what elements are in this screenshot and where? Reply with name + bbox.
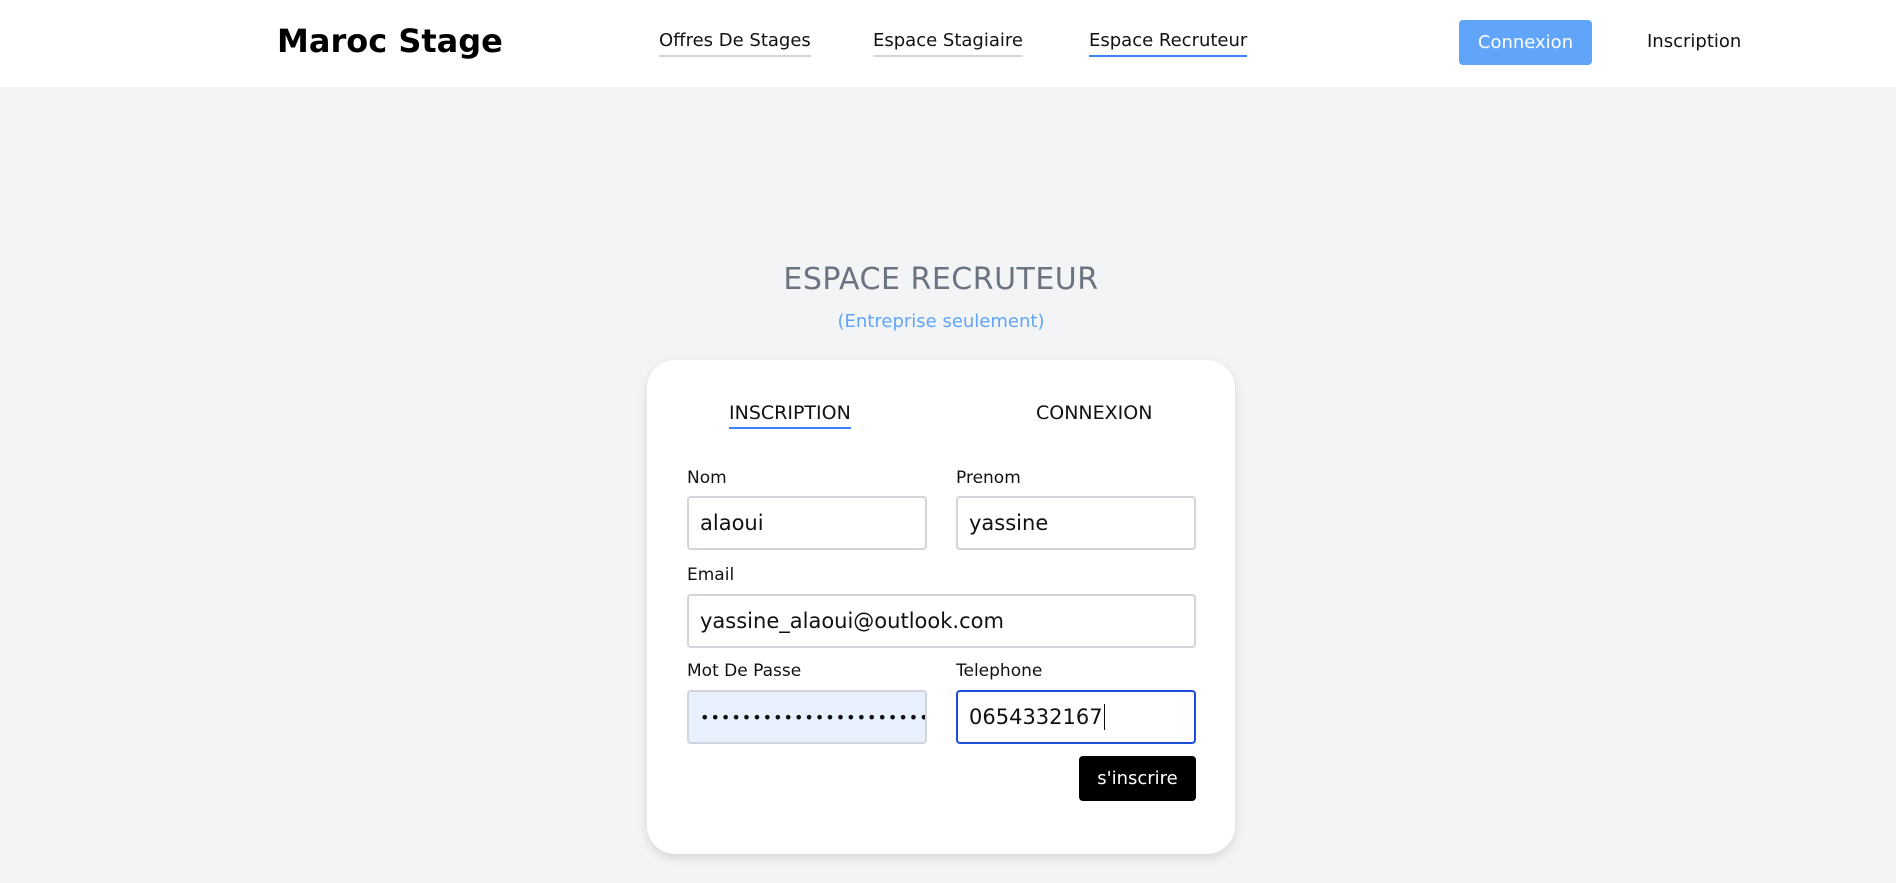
tab-connexion[interactable]: CONNEXION: [1036, 402, 1152, 427]
text-caret: [1103, 704, 1105, 730]
top-navbar: Maroc Stage Offres De Stages Espace Stag…: [0, 0, 1896, 87]
prenom-input[interactable]: yassine: [956, 496, 1196, 550]
sinscrire-button[interactable]: s'inscrire: [1079, 756, 1196, 801]
prenom-label: Prenom: [956, 468, 1021, 488]
prenom-value: yassine: [969, 511, 1049, 535]
connexion-button[interactable]: Connexion: [1459, 20, 1592, 65]
inscription-link[interactable]: Inscription: [1647, 31, 1741, 52]
nom-label: Nom: [687, 468, 727, 488]
password-input[interactable]: ••••••••••••••••••••••••: [687, 690, 927, 744]
password-value: ••••••••••••••••••••••••: [700, 707, 927, 727]
password-label: Mot De Passe: [687, 661, 802, 681]
nav-link-stagiaire[interactable]: Espace Stagiaire: [873, 30, 1023, 57]
page-title: ESPACE RECRUTEUR: [783, 262, 1099, 297]
email-input[interactable]: yassine_alaoui@outlook.com: [687, 594, 1196, 648]
nav-link-recruteur[interactable]: Espace Recruteur: [1089, 30, 1248, 57]
signup-card: INSCRIPTION CONNEXION Nom alaoui Prenom …: [647, 360, 1235, 854]
nom-input[interactable]: alaoui: [687, 496, 927, 550]
page-subtitle: (Entreprise seulement): [837, 311, 1045, 332]
tab-inscription[interactable]: INSCRIPTION: [729, 402, 851, 429]
telephone-label: Telephone: [956, 661, 1043, 681]
telephone-input[interactable]: 0654332167: [956, 690, 1196, 744]
nav-link-offres[interactable]: Offres De Stages: [659, 30, 811, 57]
telephone-value: 0654332167: [969, 705, 1103, 729]
nom-value: alaoui: [700, 511, 764, 535]
email-value: yassine_alaoui@outlook.com: [700, 609, 1004, 633]
email-label: Email: [687, 565, 735, 585]
brand-logo[interactable]: Maroc Stage: [277, 22, 503, 60]
